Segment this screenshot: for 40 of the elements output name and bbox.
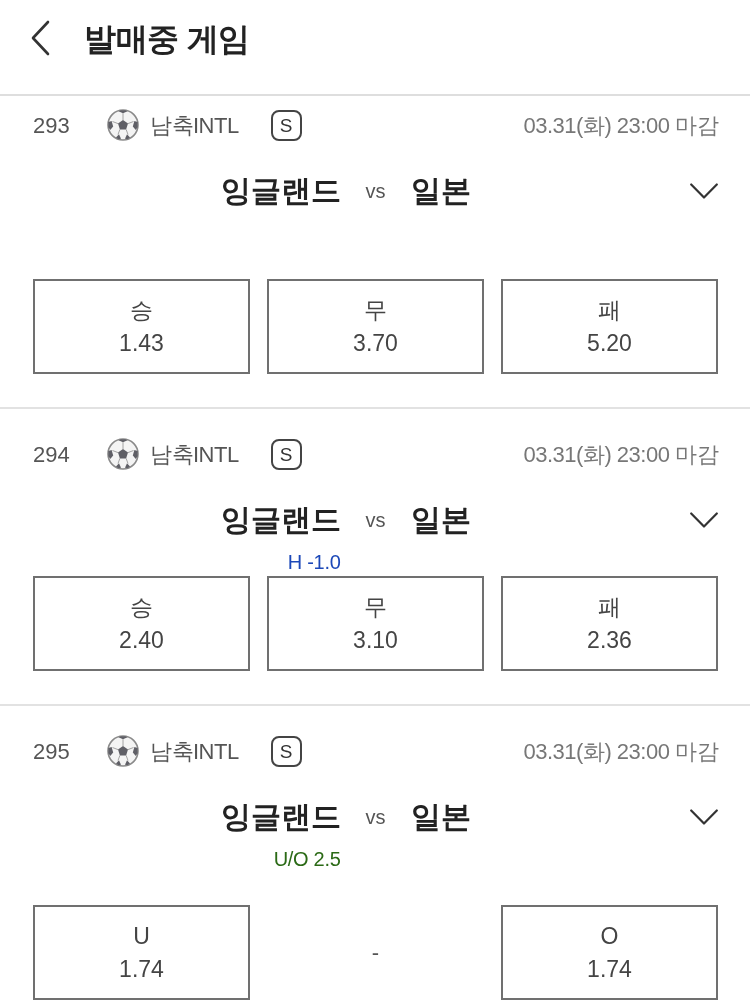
game-type-badge: S: [270, 109, 302, 141]
soccer-ball-icon: [107, 735, 139, 767]
game-type-badge: S: [270, 438, 302, 470]
page-title: 발매중 게임: [84, 20, 250, 58]
odds-button[interactable]: 패 5.20: [501, 279, 718, 374]
odds-button[interactable]: 무 3.70: [267, 279, 484, 374]
no-odds-dash: -: [371, 939, 380, 967]
league-name: 남축INTL: [150, 440, 239, 469]
under-over-line: U/O 2.5: [273, 847, 341, 871]
odds-button[interactable]: 승 2.40: [33, 576, 250, 671]
odds-button[interactable]: O 1.74: [501, 905, 718, 1000]
home-team: 잉글랜드: [220, 173, 341, 209]
away-team: 일본: [410, 173, 471, 209]
odds-button[interactable]: U 1.74: [33, 905, 250, 1000]
league-name: 남축INTL: [150, 111, 239, 140]
away-team: 일본: [410, 799, 471, 835]
expand-chevron-icon[interactable]: [690, 512, 718, 528]
home-team: 잉글랜드: [220, 502, 341, 538]
game-number: 293: [33, 111, 71, 140]
league-name: 남축INTL: [150, 737, 239, 766]
odds-button[interactable]: 패 2.36: [501, 576, 718, 671]
expand-chevron-icon[interactable]: [690, 809, 718, 825]
away-team: 일본: [410, 502, 471, 538]
game-type-badge: S: [270, 735, 302, 767]
close-time: 03.31(화) 23:00 마감: [523, 111, 718, 140]
close-time: 03.31(화) 23:00 마감: [523, 440, 718, 469]
vs-label: vs: [365, 179, 386, 204]
soccer-ball-icon: [107, 438, 139, 470]
close-time: 03.31(화) 23:00 마감: [523, 737, 718, 766]
game-number: 295: [33, 737, 71, 766]
odds-button[interactable]: 승 1.43: [33, 279, 250, 374]
back-chevron-icon[interactable]: [30, 20, 52, 56]
vs-label: vs: [365, 508, 386, 533]
home-team: 잉글랜드: [220, 799, 341, 835]
odds-button[interactable]: 무 3.10: [267, 576, 484, 671]
expand-chevron-icon[interactable]: [690, 183, 718, 199]
soccer-ball-icon: [107, 109, 139, 141]
vs-label: vs: [365, 805, 386, 830]
game-number: 294: [33, 440, 71, 469]
handicap-line: H -1.0: [287, 550, 341, 574]
